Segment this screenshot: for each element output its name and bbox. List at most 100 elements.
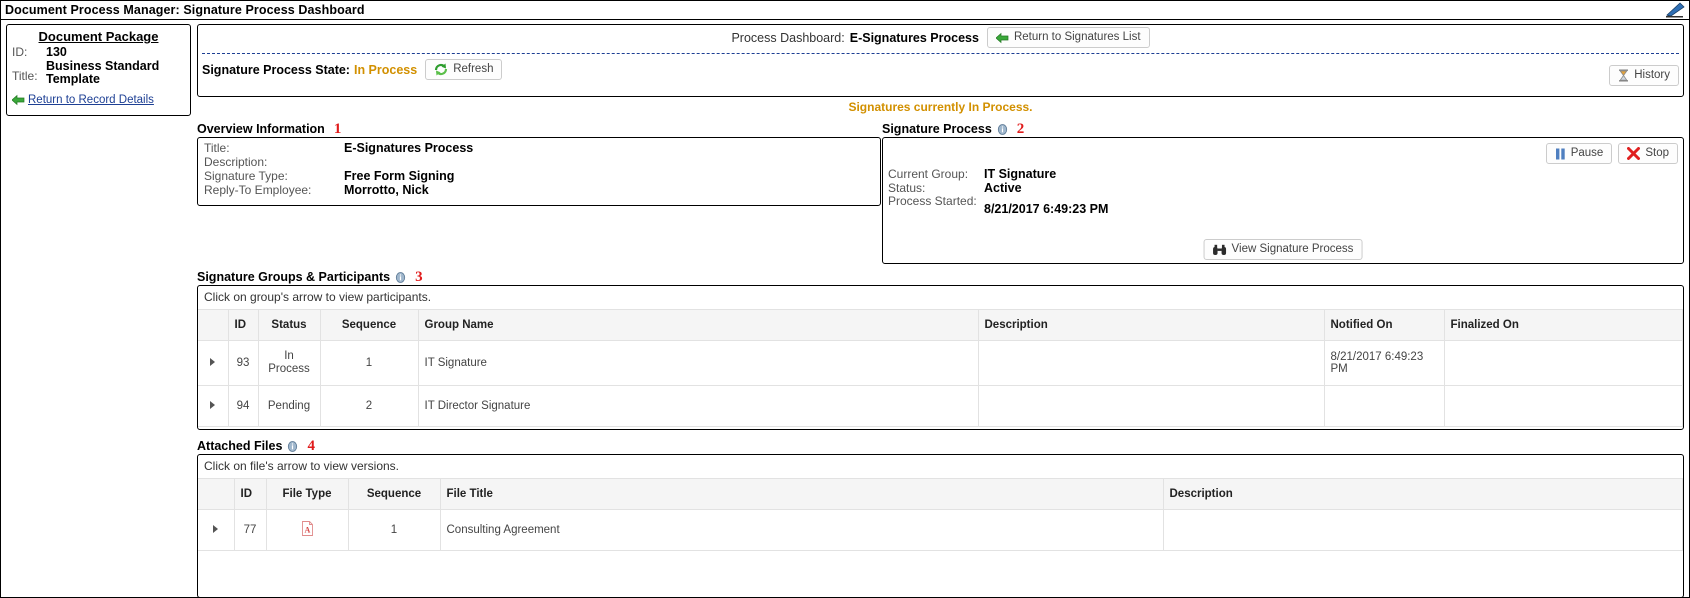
- return-to-record-details[interactable]: Return to Record Details: [11, 94, 185, 106]
- panel-divider: [202, 53, 1679, 54]
- triangle-right-icon[interactable]: [210, 401, 216, 409]
- col-status[interactable]: Status: [258, 309, 321, 341]
- binoculars-icon: [1213, 244, 1227, 256]
- col-file-type[interactable]: File Type: [266, 478, 349, 510]
- groups-heading: Signature Groups & Participants: [197, 270, 391, 284]
- stop-label: Stop: [1645, 147, 1669, 159]
- signature-process-dashboard-window: Document Process Manager: Signature Proc…: [0, 0, 1690, 598]
- signature-process-actions: Pause Stop: [1545, 143, 1678, 164]
- cell-description: [1163, 509, 1683, 551]
- cell-notified-on: [1324, 385, 1445, 427]
- col-file-title[interactable]: File Title: [440, 478, 1164, 510]
- refresh-button[interactable]: Refresh: [425, 59, 503, 80]
- overview-row: Reply-To Employee: Morrotto, Nick: [204, 183, 880, 197]
- cell-finalized-on: [1444, 340, 1683, 386]
- signature-process-section-header: Signature Process 2: [882, 121, 1025, 137]
- document-package-heading: Document Package: [38, 29, 159, 44]
- triangle-right-icon[interactable]: [213, 525, 219, 533]
- refresh-icon: [434, 63, 448, 76]
- table-header-row: ID Status Sequence Group Name Descriptio…: [198, 309, 1683, 341]
- pause-icon: [1555, 148, 1566, 160]
- signature-groups-table: ID Status Sequence Group Name Descriptio…: [198, 309, 1683, 427]
- col-id[interactable]: ID: [228, 309, 259, 341]
- pause-button[interactable]: Pause: [1545, 143, 1613, 164]
- expand-row-cell[interactable]: [198, 340, 229, 386]
- attached-files-heading: Attached Files: [197, 439, 283, 453]
- table-row[interactable]: 93 In Process 1 IT Signature 8/21/2017 6…: [198, 340, 1683, 386]
- history-label: History: [1634, 69, 1670, 81]
- expand-row-cell[interactable]: [198, 509, 235, 551]
- col-finalized-on[interactable]: Finalized On: [1444, 309, 1683, 341]
- package-title-label: Title:: [12, 69, 38, 83]
- signature-process-info: Current Group: IT Signature Status: Acti…: [888, 167, 1108, 216]
- cell-id: 77: [234, 509, 267, 551]
- cell-status: In Process: [258, 340, 321, 386]
- cell-description: [978, 385, 1325, 427]
- col-sequence[interactable]: Sequence: [348, 478, 441, 510]
- signature-process-state-value: In Process: [353, 62, 418, 77]
- process-notice: Signatures currently In Process.: [848, 100, 1033, 114]
- signature-process-state-row: Signature Process State: In Process Refr…: [202, 59, 503, 80]
- table-row[interactable]: 77 A 1 Consulting Agreement: [198, 509, 1683, 551]
- overview-section-header: Overview Information 1: [197, 122, 341, 137]
- overview-heading: Overview Information: [197, 122, 325, 136]
- pause-label: Pause: [1570, 147, 1604, 159]
- info-icon[interactable]: [287, 440, 298, 452]
- process-started-label: Process Started:: [888, 194, 977, 208]
- stop-x-icon: [1627, 147, 1641, 160]
- cell-group-name: IT Signature: [418, 340, 979, 386]
- cell-status: Pending: [258, 385, 321, 427]
- table-header-row: ID File Type Sequence File Title Descrip…: [198, 478, 1683, 510]
- info-icon[interactable]: [395, 271, 406, 283]
- overview-signature-type-value: Free Form Signing: [344, 169, 455, 183]
- attached-files-table: ID File Type Sequence File Title Descrip…: [198, 478, 1683, 551]
- window-titlebar: Document Process Manager: Signature Proc…: [1, 1, 1689, 20]
- overview-row: Title: E-Signatures Process: [204, 141, 880, 155]
- col-description[interactable]: Description: [978, 309, 1325, 341]
- current-group-value: IT Signature: [984, 167, 1057, 181]
- groups-hint: Click on group's arrow to view participa…: [204, 290, 432, 304]
- attached-files-panel: Click on file's arrow to view versions. …: [197, 454, 1684, 597]
- signature-process-row: Process Started: 8/21/2017 6:49:23 PM: [888, 194, 1108, 217]
- green-left-arrow-icon: [995, 32, 1009, 44]
- view-signature-process-button[interactable]: View Signature Process: [1203, 239, 1363, 260]
- col-group-name[interactable]: Group Name: [418, 309, 979, 341]
- package-title-value: Business Standard Template: [46, 59, 160, 86]
- col-id[interactable]: ID: [234, 478, 267, 510]
- col-expand: [198, 478, 235, 510]
- hourglass-icon: [1618, 69, 1629, 82]
- info-icon[interactable]: [997, 123, 1008, 135]
- history-button[interactable]: History: [1609, 65, 1679, 86]
- hand-pointer-icon[interactable]: [1665, 2, 1685, 18]
- expand-row-cell[interactable]: [198, 385, 229, 427]
- status-label: Status:: [888, 181, 926, 195]
- status-value: Active: [984, 181, 1022, 195]
- overview-row: Signature Type: Free Form Signing: [204, 169, 880, 183]
- signature-process-badge: 2: [1016, 121, 1025, 137]
- col-description[interactable]: Description: [1163, 478, 1683, 510]
- col-notified-on[interactable]: Notified On: [1324, 309, 1445, 341]
- pdf-icon[interactable]: A: [301, 521, 314, 536]
- signature-process-row: Status: Active: [888, 181, 1108, 195]
- table-row[interactable]: 94 Pending 2 IT Director Signature: [198, 385, 1683, 427]
- cell-notified-on: 8/21/2017 6:49:23 PM: [1324, 340, 1445, 386]
- stop-button[interactable]: Stop: [1618, 143, 1678, 164]
- cell-sequence: 1: [320, 340, 419, 386]
- cell-id: 94: [228, 385, 259, 427]
- cell-finalized-on: [1444, 385, 1683, 427]
- svg-text:A: A: [304, 526, 310, 535]
- col-sequence[interactable]: Sequence: [320, 309, 419, 341]
- cell-sequence: 1: [348, 509, 441, 551]
- return-to-signatures-list-label: Return to Signatures List: [1013, 31, 1141, 43]
- cell-description: [978, 340, 1325, 386]
- overview-reply-to-label: Reply-To Employee:: [204, 183, 312, 197]
- document-package-panel: Document Package ID: 130 Title: Business…: [6, 24, 191, 116]
- return-to-signatures-list-button[interactable]: Return to Signatures List: [986, 27, 1150, 48]
- overview-signature-type-label: Signature Type:: [204, 169, 288, 183]
- triangle-right-icon[interactable]: [210, 358, 216, 366]
- cell-file-title: Consulting Agreement: [440, 509, 1164, 551]
- signature-process-state-label: Signature Process State:: [202, 62, 350, 77]
- overview-row: Description:: [204, 155, 880, 169]
- signature-groups-panel: Click on group's arrow to view participa…: [197, 285, 1684, 430]
- green-left-arrow-icon: [11, 94, 25, 106]
